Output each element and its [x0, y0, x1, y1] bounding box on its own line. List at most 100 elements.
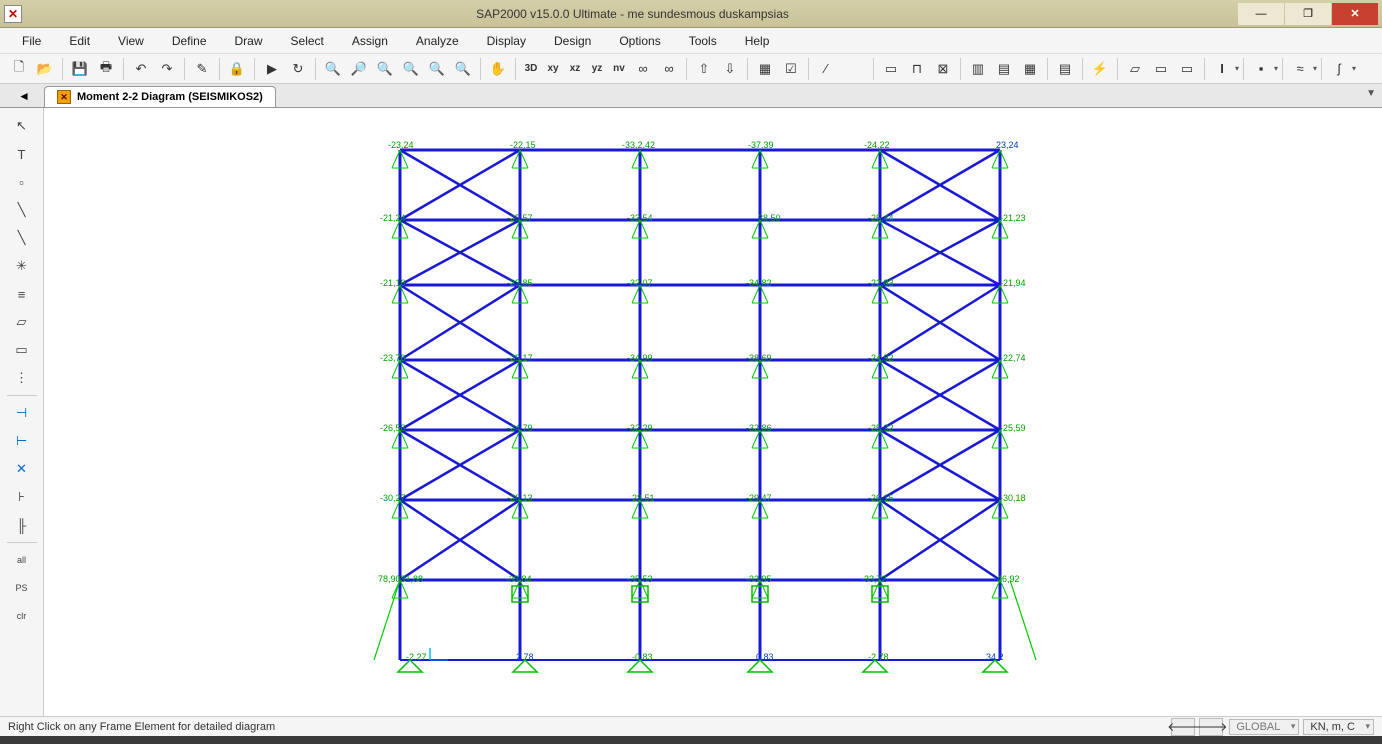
view-xz-button[interactable]: xz — [565, 57, 585, 81]
maximize-button[interactable]: ❐ — [1285, 3, 1331, 25]
svg-text:-0,83: -0,83 — [632, 652, 653, 662]
model-canvas[interactable]: -23,24-22,15-33,2,42-37,39-24,2223,24-21… — [44, 108, 1382, 716]
prev-selection-button[interactable]: PS — [9, 575, 35, 601]
menu-display[interactable]: Display — [475, 30, 538, 52]
set-display-button[interactable]: ☑ — [779, 57, 803, 81]
save-button[interactable]: 💾 — [68, 57, 92, 81]
new-button[interactable]: 🗋 — [7, 57, 31, 81]
draw-frame-tool[interactable]: ╲ — [9, 197, 35, 223]
close-button[interactable]: ✕ — [1332, 3, 1378, 25]
pan-button[interactable]: ✋ — [486, 57, 510, 81]
minimize-button[interactable]: — — [1238, 3, 1284, 25]
show-deformed-button[interactable]: ▥ — [966, 57, 990, 81]
draw-brace-tool[interactable]: ✳ — [9, 253, 35, 279]
menu-define[interactable]: Define — [160, 30, 219, 52]
svg-text:38,50: 38,50 — [758, 213, 781, 223]
object-shrink-button[interactable]: ▦ — [753, 57, 777, 81]
quick-frame-tool[interactable]: ╲ — [9, 225, 35, 251]
redo-button[interactable]: ↷ — [155, 57, 179, 81]
view-nv-button[interactable]: nv — [609, 57, 629, 81]
menu-design[interactable]: Design — [542, 30, 603, 52]
design3-button[interactable]: ▭ — [1175, 57, 1199, 81]
menu-tools[interactable]: Tools — [677, 30, 729, 52]
design1-button[interactable]: ▱ — [1123, 57, 1147, 81]
assign-link-button[interactable]: ⊠ — [931, 57, 955, 81]
svg-text:-29,47: -29,47 — [746, 493, 772, 503]
zoom-window-button[interactable]: 🔍 — [425, 57, 449, 81]
pointer-tool[interactable]: ↖ — [9, 113, 35, 139]
wave-button[interactable]: ≈ — [1288, 57, 1312, 81]
tab-moment-diagram[interactable]: ✕ Moment 2-2 Diagram (SEISMIKOS2) — [44, 86, 276, 107]
show-stresses-button[interactable]: ▦ — [1018, 57, 1042, 81]
show-tables-button[interactable]: ▤ — [1053, 57, 1077, 81]
snap-midpoints-tool[interactable]: ⊢ — [9, 428, 35, 454]
snap-perp-tool[interactable]: ⊦ — [9, 484, 35, 510]
view-xy-button[interactable]: xy — [543, 57, 563, 81]
snap-lines-tool[interactable]: ╟ — [9, 512, 35, 538]
svg-text:-2,27: -2,27 — [406, 652, 427, 662]
zoom-prev-button[interactable]: 🔍 — [399, 57, 423, 81]
lock-button[interactable]: 🔒 — [225, 57, 249, 81]
snap-intersections-tool[interactable]: ✕ — [9, 456, 35, 482]
print-button[interactable]: 🖶 — [94, 57, 118, 81]
menu-assign[interactable]: Assign — [340, 30, 400, 52]
show-forces-button[interactable]: ▤ — [992, 57, 1016, 81]
assign-area-button[interactable]: ⊓ — [905, 57, 929, 81]
tabstrip-left-icon[interactable]: ◄ — [10, 86, 38, 106]
nav-next-button[interactable]: 🡒 — [1199, 718, 1223, 736]
svg-text:-23,85: -23,85 — [507, 278, 533, 288]
select-all-button[interactable]: all — [9, 547, 35, 573]
clear-selection-button[interactable]: clr — [9, 603, 35, 629]
zoom-out-button[interactable]: 🔎 — [347, 57, 371, 81]
view-3d-button[interactable]: 3D — [521, 57, 541, 81]
run-animation-button[interactable]: ↻ — [286, 57, 310, 81]
svg-text:-26,15: -26,15 — [868, 493, 894, 503]
design2-button[interactable]: ▭ — [1149, 57, 1173, 81]
run-button[interactable]: ▶ — [260, 57, 284, 81]
menu-options[interactable]: Options — [607, 30, 672, 52]
snap-points-tool[interactable]: ⊣ — [9, 400, 35, 426]
menu-view[interactable]: View — [106, 30, 156, 52]
tabstrip-dropdown-icon[interactable]: ▼ — [1366, 88, 1376, 99]
quick-area-tool[interactable]: ⋮ — [9, 365, 35, 391]
quick-draw-button[interactable]: ⚡ — [1088, 57, 1112, 81]
reshape-tool[interactable]: T — [9, 141, 35, 167]
draw-special-joint-tool[interactable]: ▫ — [9, 169, 35, 195]
draw-secondary-tool[interactable]: ≡ — [9, 281, 35, 307]
svg-text:78,9031,88: 78,9031,88 — [378, 574, 423, 584]
undo-button[interactable]: ↶ — [129, 57, 153, 81]
draw-rect-tool[interactable]: ▭ — [9, 337, 35, 363]
perspective2-button[interactable]: ∞ — [657, 57, 681, 81]
menu-select[interactable]: Select — [279, 30, 336, 52]
menu-edit[interactable]: Edit — [57, 30, 102, 52]
move-down-button[interactable]: ⇩ — [718, 57, 742, 81]
menu-file[interactable]: File — [10, 30, 53, 52]
open-button[interactable]: 📂 — [33, 57, 57, 81]
svg-text:-37,39: -37,39 — [748, 140, 774, 150]
menu-draw[interactable]: Draw — [223, 30, 275, 52]
perspective-button[interactable]: ∞ — [631, 57, 655, 81]
view-yz-button[interactable]: yz — [587, 57, 607, 81]
svg-text:-25,59: -25,59 — [1000, 423, 1026, 433]
zoom-fit-button[interactable]: 🔍 — [373, 57, 397, 81]
nav-prev-button[interactable]: 🡐 — [1171, 718, 1195, 736]
svg-text:-2,78: -2,78 — [868, 652, 889, 662]
tab-icon: ✕ — [57, 90, 71, 104]
move-up-button[interactable]: ⇧ — [692, 57, 716, 81]
draw-button[interactable]: ✎ — [190, 57, 214, 81]
measure-button[interactable]: ⁄ — [814, 57, 838, 81]
svg-text:2,78: 2,78 — [516, 652, 534, 662]
menu-help[interactable]: Help — [733, 30, 782, 52]
units-combo[interactable]: KN, m, C — [1303, 719, 1374, 735]
hook-button[interactable]: ʃ — [1327, 57, 1351, 81]
draw-poly-tool[interactable]: ▱ — [9, 309, 35, 335]
fill-button[interactable]: ▪ — [1249, 57, 1273, 81]
svg-text:0,83: 0,83 — [756, 652, 774, 662]
zoom-in-button[interactable]: 🔍 — [321, 57, 345, 81]
zoom-selection-button[interactable]: 🔍 — [451, 57, 475, 81]
coord-system-combo[interactable]: GLOBAL — [1229, 719, 1299, 735]
svg-text:-32,29: -32,29 — [627, 423, 653, 433]
menu-analyze[interactable]: Analyze — [404, 30, 471, 52]
section-button[interactable]: I — [1210, 57, 1234, 81]
assign-frame-button[interactable]: ▭ — [879, 57, 903, 81]
